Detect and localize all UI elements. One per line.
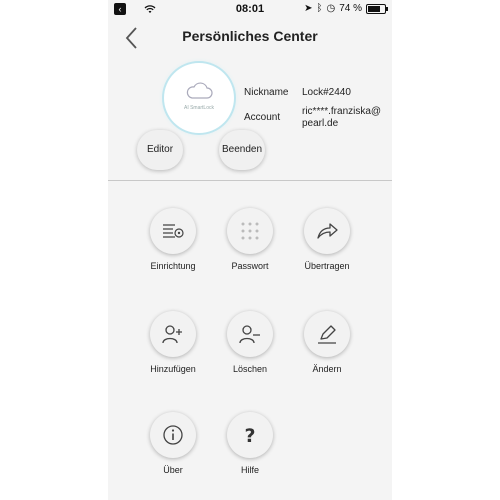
help-icon: ? xyxy=(244,425,255,447)
status-right: ➤ ᛒ ◷ 74 % xyxy=(304,3,388,14)
battery-icon xyxy=(366,3,388,14)
menu-circle: ? xyxy=(227,412,273,458)
menu-circle xyxy=(304,208,350,254)
menu-item-einrichtung[interactable]: Einrichtung xyxy=(138,208,208,271)
menu-circle xyxy=(150,311,196,357)
status-bar: ‹ 08:01 ➤ ᛒ ◷ 74 % xyxy=(108,0,392,18)
location-icon: ➤ xyxy=(304,3,313,14)
edit-pencil-icon xyxy=(318,325,336,344)
menu-label: Übertragen xyxy=(304,261,350,271)
bluetooth-icon: ᛒ xyxy=(316,3,323,14)
menu-label: Über xyxy=(163,465,183,475)
menu-item-uebertragen[interactable]: Übertragen xyxy=(292,208,362,271)
menu-item-hinzufuegen[interactable]: Hinzufügen xyxy=(138,311,208,374)
menu-label: Hilfe xyxy=(240,465,259,475)
beenden-button[interactable]: Beenden xyxy=(219,130,265,170)
menu-item-hilfe[interactable]: ? Hilfe xyxy=(215,412,285,475)
add-user-icon xyxy=(162,325,182,344)
menu-circle xyxy=(304,311,350,357)
remove-user-icon xyxy=(239,325,260,344)
cloud-icon xyxy=(186,82,213,99)
alarm-icon: ◷ xyxy=(326,3,336,14)
keypad-icon xyxy=(241,222,259,240)
menu-item-ueber[interactable]: Über xyxy=(138,412,208,475)
account-row: Account ric****.franziska@pearl.de xyxy=(244,106,386,130)
avatar: AI SmartLock xyxy=(164,63,234,133)
menu-circle xyxy=(227,208,273,254)
menu-circle xyxy=(227,311,273,357)
menu-label: Hinzufügen xyxy=(150,364,196,374)
editor-button[interactable]: Editor xyxy=(137,130,183,170)
nickname-label: Nickname xyxy=(244,87,289,98)
account-label: Account xyxy=(244,112,281,123)
menu-label: Einrichtung xyxy=(150,261,196,271)
phone-screen: ‹ 08:01 ➤ ᛒ ◷ 74 % Persönliches Center A… xyxy=(108,0,392,500)
menu-label: Passwort xyxy=(231,261,269,271)
menu-label: Löschen xyxy=(232,364,268,374)
section-divider xyxy=(108,180,392,181)
nickname-value: Lock#2440 xyxy=(302,87,351,98)
menu-label: Ändern xyxy=(312,364,342,374)
avatar-brand-text: AI SmartLock xyxy=(183,105,214,111)
settings-list-icon xyxy=(163,224,184,238)
svg-text:?: ? xyxy=(244,425,255,447)
page-title: Persönliches Center xyxy=(182,28,318,44)
info-icon xyxy=(163,425,183,445)
menu-circle xyxy=(150,208,196,254)
menu-item-loeschen[interactable]: Löschen xyxy=(215,311,285,374)
account-value: ric****.franziska@pearl.de xyxy=(302,106,382,129)
menu-item-aendern[interactable]: Ändern xyxy=(292,311,362,374)
nickname-row: Nickname Lock#2440 xyxy=(244,87,386,99)
menu-circle xyxy=(150,412,196,458)
menu-item-passwort[interactable]: Passwort xyxy=(215,208,285,271)
share-arrow-icon xyxy=(317,223,338,239)
battery-percent: 74 % xyxy=(339,3,362,14)
nav-bar: Persönliches Center xyxy=(108,18,392,58)
profile-section: AI SmartLock Nickname Lock#2440 Account ri… xyxy=(108,58,392,178)
